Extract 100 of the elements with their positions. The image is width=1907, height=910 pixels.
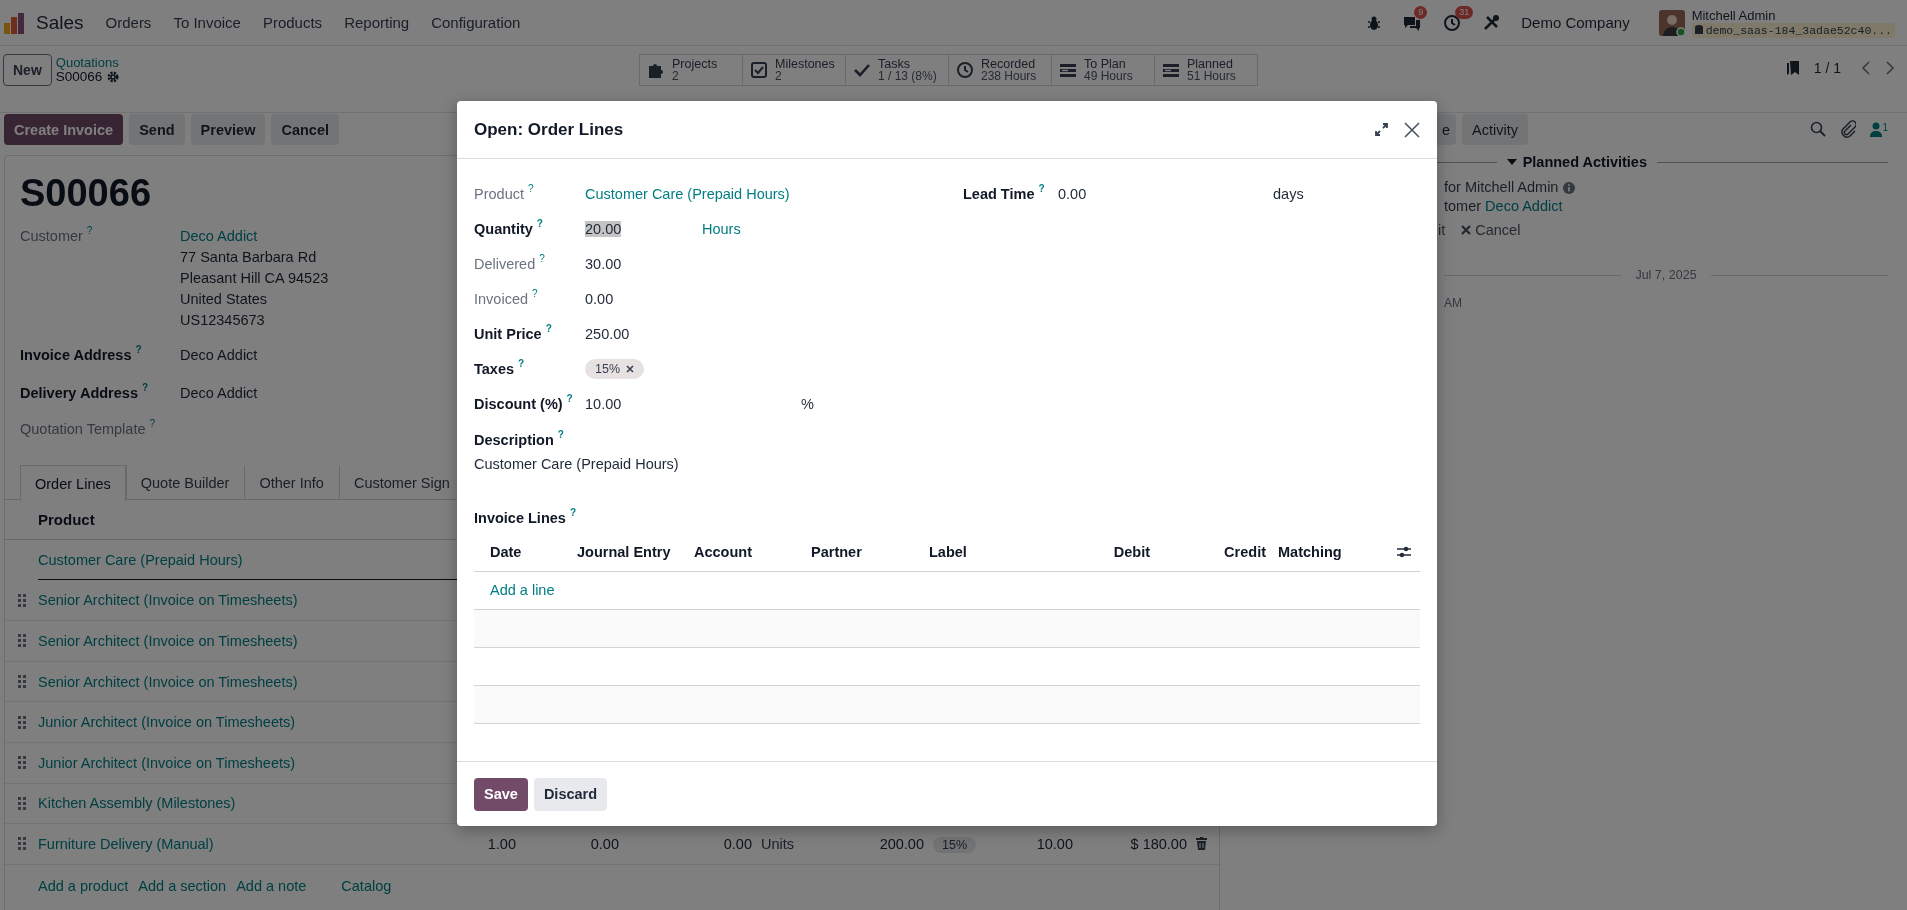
product-link[interactable]: Junior Architect (Invoice on Timesheets) [38,714,296,731]
column-header: Account [694,543,752,560]
unit-label: days [1273,185,1304,202]
chat-icon[interactable] [1402,14,1423,31]
unit-link[interactable]: Hours [702,220,741,237]
chatter-button[interactable]: Activity [1462,114,1528,145]
field-label: Delivery Address [20,384,138,403]
address-line: Pleasant Hill CA 94523 [180,269,329,288]
menu-item[interactable]: To Invoice [173,14,241,31]
smart-button[interactable]: To Plan 49 Hours [1051,54,1155,86]
action-button[interactable]: Cancel [271,114,339,145]
smart-button[interactable]: Milestones 2 [742,54,846,86]
product-link[interactable]: Senior Architect (Invoice on Timesheets) [38,633,298,649]
dialog-button[interactable]: Save [474,777,528,811]
app-logo-icon[interactable] [2,10,26,35]
menu-item[interactable]: Orders [105,14,152,31]
previous-button[interactable] [1861,61,1871,75]
pager-value[interactable]: 1 / 1 [1813,60,1841,76]
lead-time-input[interactable]: 0.00 [1058,185,1087,202]
table-cell: 0.00 [723,835,752,852]
smart-button[interactable]: Recorded 238 Hours [948,54,1052,86]
column-header: Partner [811,543,862,560]
menu-item[interactable]: Products [262,14,323,31]
app-name[interactable]: Sales [36,11,84,34]
activity-text: tomer Deco Addict [1444,198,1563,214]
add-link[interactable]: Add a section [138,877,227,894]
product-link[interactable]: Kitchen Assembly (Milestones) [38,795,236,812]
field-label: Customer [20,227,83,246]
drag-handle-icon[interactable] [17,837,26,851]
help-tooltip-mark: ? [545,322,552,334]
date-separator: Jul 7, 2025 [1635,268,1697,282]
customer-link[interactable]: Deco Addict [1485,198,1563,214]
info-icon[interactable] [1563,181,1576,194]
smart-button[interactable]: Planned 51 Hours [1154,54,1258,86]
avatar-icon[interactable] [1658,9,1685,36]
clock-icon[interactable] [1443,13,1462,32]
search-icon[interactable] [1810,121,1827,137]
menu-item[interactable]: Configuration [431,14,521,31]
company-switcher[interactable]: Demo Company [1521,14,1630,31]
caret-down-icon [1506,159,1517,165]
close-icon [1461,225,1472,235]
tab[interactable]: Other Info [244,465,339,500]
record-name: S00066 [55,70,103,84]
column-header: Matching [1278,543,1342,560]
tools-icon[interactable] [1482,13,1501,32]
drag-handle-icon[interactable] [17,715,26,729]
field-value: 0.00 [585,290,614,307]
add-line-link[interactable]: Add a line [490,582,555,598]
paperclip-icon[interactable] [1840,120,1857,138]
action-button[interactable]: Create Invoice [4,114,124,145]
section-toggle[interactable]: Planned Activities [1506,154,1647,170]
dialog-button[interactable]: Discard [533,777,608,811]
close-button[interactable] [1404,121,1420,138]
action-button[interactable]: Preview [190,114,266,145]
bug-icon[interactable] [1367,14,1382,31]
notification-badge: 9 [1414,6,1428,19]
product-link[interactable]: Junior Architect (Invoice on Timesheets) [38,754,296,771]
notification-badge: 31 [1455,5,1474,19]
smart-button[interactable]: Tasks 1 / 13 (8%) [845,54,949,86]
quantity-input[interactable]: 20.00 [585,220,622,237]
discount-input[interactable]: 10.00 [585,395,622,412]
settings-icon[interactable] [1397,545,1411,558]
product-link[interactable]: Furniture Delivery (Manual) [38,835,214,852]
add-link[interactable]: Add a note [236,877,307,894]
menu-item[interactable]: Reporting [344,14,410,31]
add-link[interactable]: Catalog [341,877,392,894]
new-button[interactable]: New [3,54,52,86]
drag-handle-icon[interactable] [17,796,26,810]
drag-handle-icon[interactable] [17,593,26,607]
bookmark-icon[interactable] [1785,60,1800,76]
message-time: AM [1444,296,1462,310]
tab[interactable]: Quote Builder [125,465,245,500]
drag-handle-icon[interactable] [17,634,26,648]
field-value: Deco Addict [180,385,258,401]
drag-handle-icon[interactable] [17,756,26,770]
product-link[interactable]: Customer Care (Prepaid Hours) [38,551,243,568]
product-link[interactable]: Customer Care (Prepaid Hours) [585,185,790,202]
next-button[interactable] [1885,61,1895,75]
activity-action[interactable]: Cancel [1461,222,1521,238]
smart-button[interactable]: Projects 2 [639,54,743,86]
drag-handle-icon[interactable] [17,675,26,689]
product-link[interactable]: Senior Architect (Invoice on Timesheets) [38,592,298,609]
action-button[interactable]: Send [129,114,185,145]
tab[interactable]: Order Lines [20,465,126,501]
checkbox-icon [750,61,768,79]
column-header: Debit [1113,543,1150,560]
trash-icon[interactable] [1196,837,1207,851]
field-label: Lead Time [963,185,1035,202]
breadcrumb-link[interactable]: Quotations [55,56,120,70]
customer-link[interactable]: Deco Addict [180,228,258,244]
add-link[interactable]: Add a product [38,877,129,894]
product-link[interactable]: Senior Architect (Invoice on Timesheets) [38,673,298,690]
activity-action[interactable]: it [1438,222,1446,238]
field-label: Product [474,185,524,202]
remove-tag-icon[interactable] [626,364,635,373]
record-title: S00066 [20,172,151,214]
table-cell: 1.00 [487,835,516,852]
expand-button[interactable] [1375,123,1388,136]
column-header: Product [38,511,95,528]
followers-button[interactable]: 1 [1870,121,1888,137]
